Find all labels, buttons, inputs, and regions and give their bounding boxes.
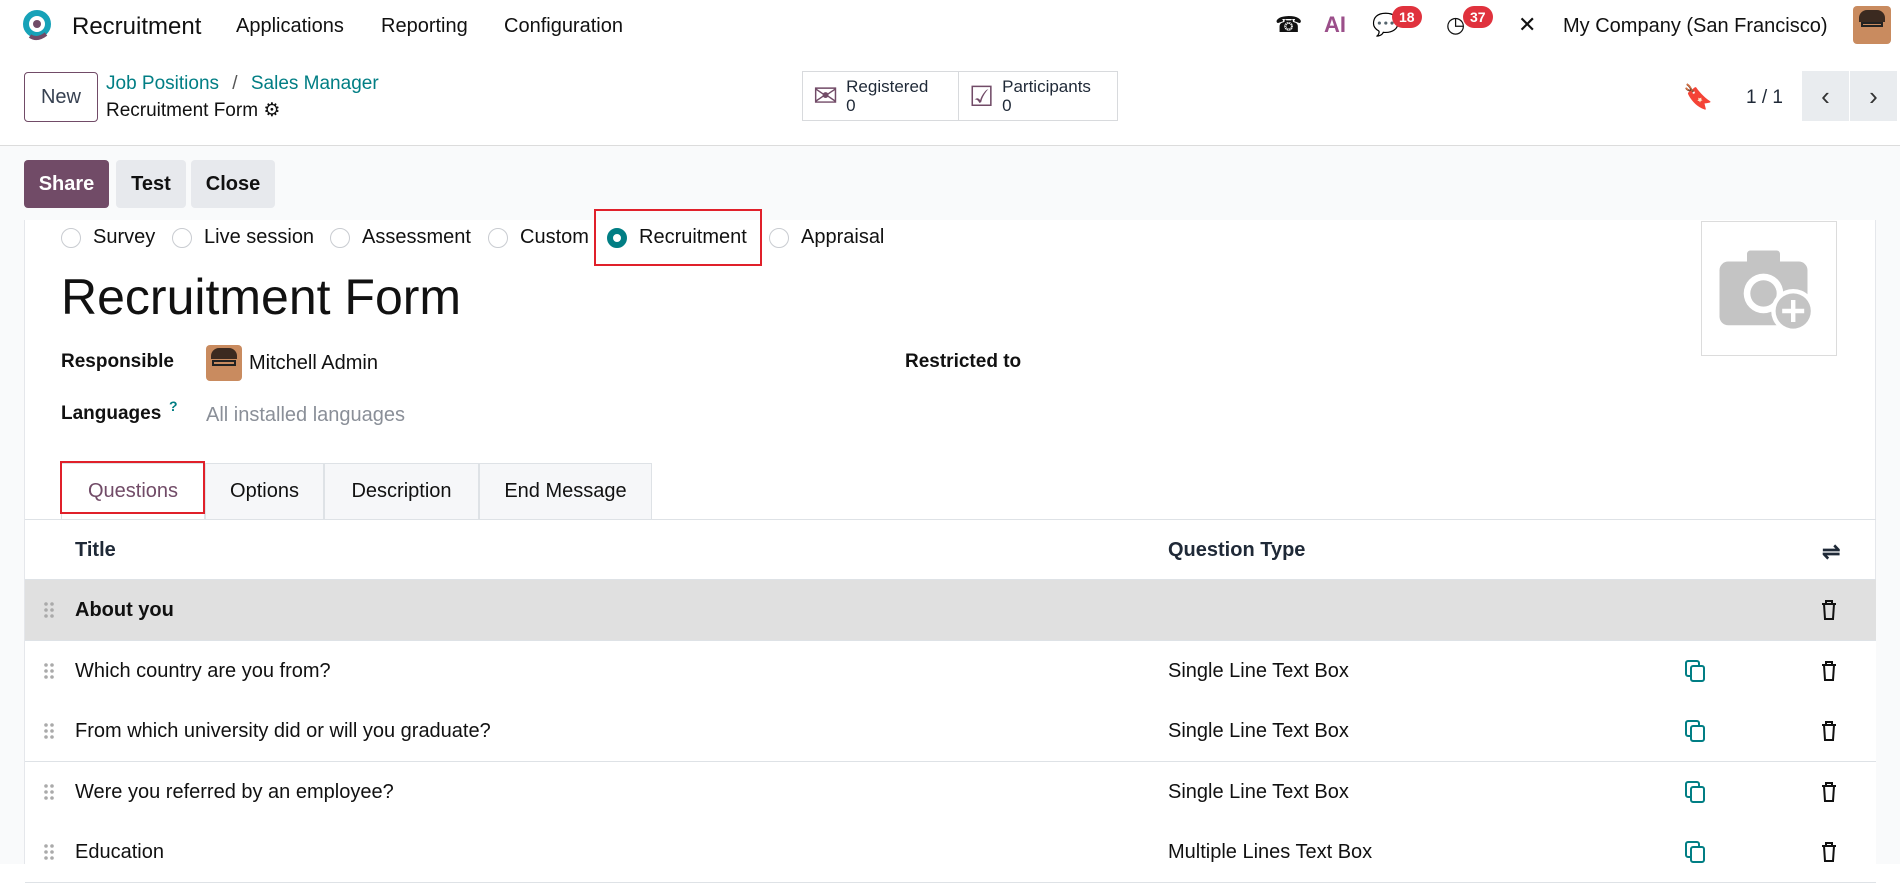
menu-configuration[interactable]: Configuration	[504, 15, 623, 38]
responsible-field[interactable]: Mitchell Admin	[249, 352, 378, 375]
question-title[interactable]: Education	[75, 841, 164, 864]
table-header: Title Question Type ⇌	[25, 519, 1876, 580]
checkbox-icon: ☑	[969, 80, 995, 112]
restricted-to-label: Restricted to	[905, 351, 1022, 372]
ai-icon[interactable]: AI	[1324, 12, 1346, 38]
registered-stat-button[interactable]: ✉ Registered 0	[802, 71, 959, 121]
trash-icon[interactable]	[1818, 840, 1840, 864]
user-avatar[interactable]	[1853, 6, 1891, 44]
stat-value: 0	[846, 96, 856, 115]
breadcrumb-job-positions[interactable]: Job Positions	[106, 73, 219, 94]
next-record-button[interactable]: ›	[1850, 71, 1897, 121]
previous-record-button[interactable]: ‹	[1802, 71, 1849, 121]
languages-label: Languages	[61, 403, 162, 424]
close-button[interactable]: Close	[191, 160, 275, 208]
tools-icon[interactable]: ✕	[1518, 12, 1536, 38]
bookmark-icon[interactable]: 🔖	[1683, 83, 1713, 112]
table-row[interactable]: From which university did or will you gr…	[25, 701, 1876, 763]
copy-icon[interactable]	[1684, 840, 1706, 864]
languages-help-icon[interactable]: ?	[169, 398, 178, 414]
breadcrumb: Job Positions / Sales Manager	[106, 73, 379, 95]
highlight-box-recruitment	[594, 209, 762, 266]
tab-end-message[interactable]: End Message	[479, 463, 652, 519]
share-button[interactable]: Share	[24, 160, 109, 208]
drag-handle-icon[interactable]	[43, 842, 55, 862]
menu-applications[interactable]: Applications	[236, 15, 344, 38]
section-row[interactable]: About you	[25, 580, 1876, 641]
question-title[interactable]: Were you referred by an employee?	[75, 781, 394, 804]
tab-description[interactable]: Description	[324, 463, 479, 519]
stat-value: 0	[1002, 96, 1012, 115]
activities-badge: 37	[1463, 6, 1493, 28]
drag-handle-icon[interactable]	[43, 600, 55, 620]
drag-handle-icon[interactable]	[43, 661, 55, 681]
recruitment-app-logo[interactable]	[22, 10, 54, 42]
trash-icon[interactable]	[1818, 659, 1840, 683]
phone-icon[interactable]: ☎	[1275, 12, 1302, 38]
question-type: Single Line Text Box	[1168, 659, 1349, 682]
languages-input[interactable]: All installed languages	[206, 404, 405, 427]
user-avatar-small	[206, 345, 242, 381]
trash-icon[interactable]	[1818, 780, 1840, 804]
breadcrumb-separator: /	[232, 73, 238, 94]
question-title[interactable]: Which country are you from?	[75, 660, 331, 683]
record-name: Recruitment Form	[106, 100, 259, 121]
question-type: Single Line Text Box	[1168, 720, 1349, 743]
trash-icon[interactable]	[1818, 719, 1840, 743]
control-panel: New Job Positions / Sales Manager Recrui…	[0, 51, 1900, 146]
drag-handle-icon[interactable]	[43, 721, 55, 741]
envelope-icon: ✉	[813, 79, 839, 113]
stat-label: Registered	[846, 77, 929, 96]
gear-icon[interactable]: ⚙	[263, 100, 280, 121]
breadcrumb-sales-manager[interactable]: Sales Manager	[251, 73, 379, 94]
radio-custom[interactable]: Custom	[488, 226, 589, 249]
table-row[interactable]: Education Multiple Lines Text Box	[25, 822, 1876, 883]
tab-options[interactable]: Options	[205, 463, 324, 519]
test-button[interactable]: Test	[116, 160, 186, 208]
image-upload[interactable]	[1701, 221, 1837, 356]
stat-label: Participants	[1002, 77, 1091, 96]
menu-reporting[interactable]: Reporting	[381, 15, 468, 38]
company-switcher[interactable]: My Company (San Francisco)	[1563, 15, 1828, 38]
column-title[interactable]: Title	[75, 539, 116, 562]
radio-appraisal[interactable]: Appraisal	[769, 226, 884, 249]
table-row[interactable]: Were you referred by an employee? Single …	[25, 761, 1876, 823]
radio-live-session[interactable]: Live session	[172, 226, 314, 249]
highlight-box-questions	[60, 461, 205, 514]
new-button[interactable]: New	[24, 72, 98, 122]
pager-value[interactable]: 1 / 1	[1746, 87, 1783, 109]
question-title[interactable]: About you	[75, 599, 174, 622]
copy-icon[interactable]	[1684, 659, 1706, 683]
top-navbar: Recruitment Applications Reporting Confi…	[0, 0, 1900, 51]
radio-assessment[interactable]: Assessment	[330, 226, 471, 249]
table-row[interactable]: Which country are you from? Single Line T…	[25, 640, 1876, 702]
survey-title-input[interactable]: Recruitment Form	[61, 268, 461, 326]
column-settings-icon[interactable]: ⇌	[1822, 539, 1840, 565]
question-type: Multiple Lines Text Box	[1168, 841, 1373, 864]
copy-icon[interactable]	[1684, 780, 1706, 804]
app-name[interactable]: Recruitment	[72, 13, 201, 41]
responsible-label: Responsible	[61, 351, 174, 372]
trash-icon[interactable]	[1818, 598, 1840, 622]
question-type: Single Line Text Box	[1168, 780, 1349, 803]
question-title[interactable]: From which university did or will you gr…	[75, 720, 491, 743]
camera-plus-icon	[1719, 250, 1816, 333]
radio-survey[interactable]: Survey	[61, 226, 155, 249]
participants-stat-button[interactable]: ☑ Participants 0	[958, 71, 1118, 121]
column-question-type[interactable]: Question Type	[1168, 539, 1305, 562]
copy-icon[interactable]	[1684, 719, 1706, 743]
messages-badge: 18	[1392, 6, 1422, 28]
drag-handle-icon[interactable]	[43, 782, 55, 802]
